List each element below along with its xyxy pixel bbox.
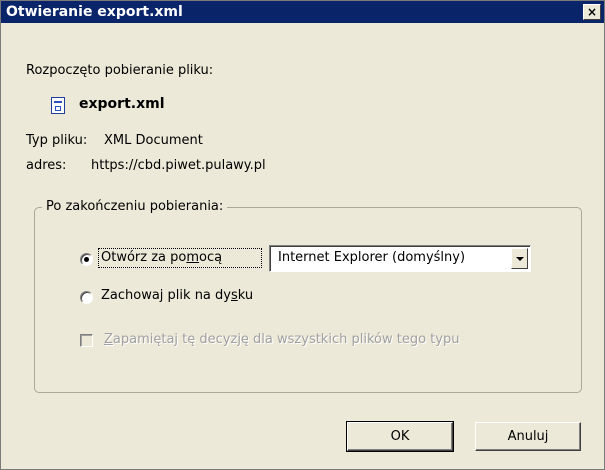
program-select[interactable]: Internet Explorer (domyślny): [269, 245, 531, 272]
close-icon: ×: [586, 5, 598, 19]
save-to-disk-label[interactable]: Zachowaj plik na dysku: [101, 288, 253, 303]
xml-document-icon: [51, 97, 65, 114]
open-file-dialog: Otwieranie export.xml × Rozpoczęto pobie…: [0, 0, 605, 470]
address-value: https://cbd.piwet.pulawy.pl: [91, 158, 266, 173]
open-with-label[interactable]: Otwórz za pomocą: [101, 250, 222, 265]
close-button[interactable]: ×: [583, 4, 601, 20]
program-select-value: Internet Explorer (domyślny): [278, 250, 466, 265]
group-legend: Po zakończeniu pobierania:: [42, 199, 228, 214]
download-intro-text: Rozpoczęto pobieranie pliku:: [26, 63, 214, 78]
file-type-value: XML Document: [104, 133, 203, 148]
cancel-button[interactable]: Anuluj: [475, 422, 581, 451]
save-to-disk-radio[interactable]: [80, 291, 93, 304]
address-label: adres:: [26, 158, 67, 173]
remember-decision-label: Zapamiętaj tę decyzję dla wszystkich pli…: [104, 332, 460, 347]
open-with-radio[interactable]: [80, 253, 93, 266]
dropdown-arrow-button[interactable]: [511, 248, 528, 269]
file-type-label: Typ pliku:: [26, 133, 88, 148]
title-bar[interactable]: Otwieranie export.xml ×: [1, 1, 604, 23]
dialog-title: Otwieranie export.xml: [6, 4, 183, 20]
remember-decision-checkbox[interactable]: [80, 334, 93, 347]
file-name: export.xml: [79, 96, 165, 112]
ok-button[interactable]: OK: [346, 421, 454, 452]
